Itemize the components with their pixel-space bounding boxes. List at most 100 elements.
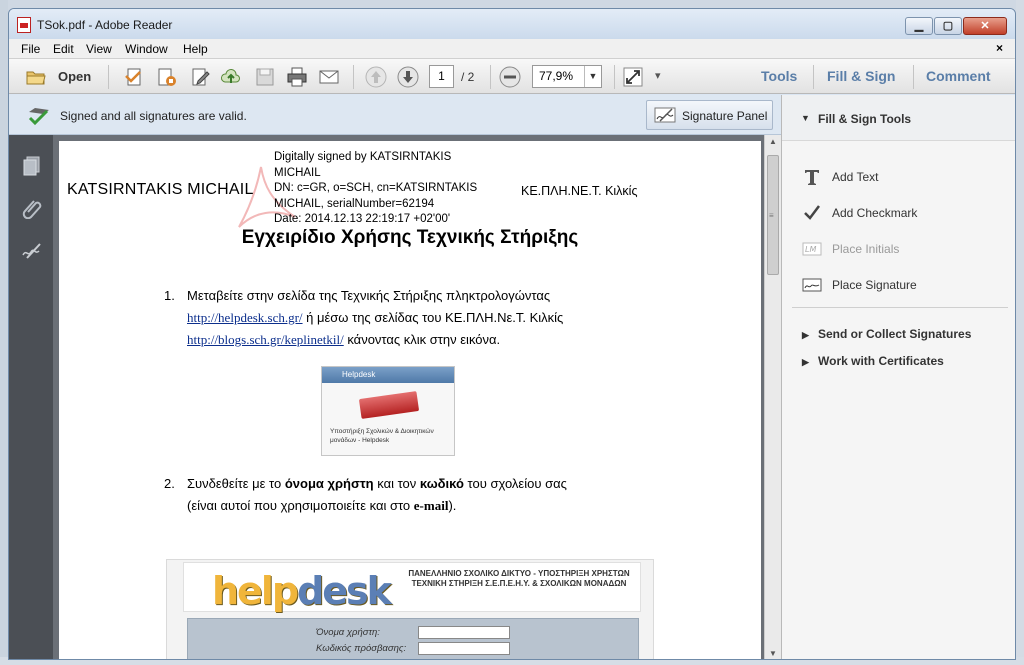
helpdesk-link[interactable]: http://helpdesk.sch.gr/: [187, 310, 303, 325]
signature-line: MICHAIL: [274, 166, 321, 179]
fill-sign-panel: ▼ Fill & Sign Tools Add Text Add Checkma…: [781, 95, 1015, 659]
signature-line: DN: c=GR, o=SCH, cn=KATSIRNTAKIS: [274, 182, 478, 194]
helpdesk-login-screenshot: helpdesk ΠΑΝΕΛΛΗΝΙΟ ΣΧΟΛΙΚΟ ΔΙΚΤΥΟ - ΥΠΟ…: [166, 559, 654, 659]
menu-window[interactable]: Window: [125, 42, 168, 56]
helpdesk-banner: helpdesk ΠΑΝΕΛΛΗΝΙΟ ΣΧΟΛΙΚΟ ΔΙΚΤΥΟ - ΥΠΟ…: [183, 562, 641, 613]
list-item-text: Συνδεθείτε με το όνομα χρήστη και τον κω…: [187, 476, 567, 513]
page-number-input[interactable]: 1: [429, 65, 454, 88]
print-icon[interactable]: [286, 66, 308, 88]
window-controls: ▁ ▢ ✕: [905, 17, 1007, 35]
blog-link[interactable]: http://blogs.sch.gr/keplinetkil/: [187, 332, 344, 347]
work-with-certificates-section[interactable]: ▶ Work with Certificates: [802, 354, 944, 368]
pdf-file-icon: [17, 17, 31, 33]
minimize-button[interactable]: ▁: [905, 17, 933, 35]
email-icon[interactable]: [318, 66, 340, 88]
tab-separator: [813, 65, 814, 89]
helpdesk-logo: helpdesk: [212, 569, 392, 613]
signature-pen-icon: [654, 105, 676, 125]
collapsed-arrow-icon: ▶: [802, 357, 809, 367]
title-bar[interactable]: TSok.pdf - Adobe Reader ▁ ▢ ✕: [9, 9, 1015, 39]
toolbar-separator: [108, 65, 109, 89]
vertical-scrollbar[interactable]: ▲ ≡ ▼: [764, 135, 781, 659]
panel-divider: [792, 307, 1008, 308]
digital-signature-block[interactable]: Digitally signed by KATSIRNTAKIS MICHAIL…: [274, 150, 484, 228]
password-field: [418, 642, 510, 655]
edit-document-icon[interactable]: [189, 66, 211, 88]
maximize-icon: ▢: [942, 20, 954, 32]
signature-line: MICHAIL, serialNumber=62194: [274, 197, 435, 210]
tool-label: Add Text: [832, 170, 879, 184]
cloud-upload-icon[interactable]: [220, 66, 242, 88]
signature-status-bar: Signed and all signatures are valid. Sig…: [9, 95, 781, 135]
signature-line: Digitally signed by KATSIRNTAKIS: [274, 151, 452, 163]
tool-label: Place Initials: [832, 242, 900, 256]
reader-window: TSok.pdf - Adobe Reader ▁ ▢ ✕ File Edit …: [8, 8, 1016, 660]
initials-icon: LM: [802, 239, 822, 259]
expanded-arrow-icon: ▼: [801, 113, 810, 123]
full-screen-icon[interactable]: [622, 66, 644, 88]
text-T-icon: [802, 167, 822, 187]
login-form: Όνομα χρήστη: Κωδικός πρόσβασης:: [187, 618, 639, 659]
list-number: 2.: [164, 476, 175, 491]
collapsed-arrow-icon: ▶: [802, 330, 809, 340]
menu-view[interactable]: View: [86, 42, 112, 56]
menu-help[interactable]: Help: [183, 42, 208, 56]
zoom-select[interactable]: 77,9% ▼: [532, 65, 602, 88]
document-viewport[interactable]: KATSIRNTAKIS MICHAIL Digitally signed by…: [53, 135, 781, 659]
send-collect-signatures-section[interactable]: ▶ Send or Collect Signatures: [802, 327, 971, 341]
helpdesk-thumbnail-image[interactable]: Helpdesk Υποστήριξη Σχολικών & Διοικητικ…: [321, 366, 455, 456]
create-pdf-icon[interactable]: [123, 66, 145, 88]
document-title: Εγχειρίδιο Χρήσης Τεχνικής Στήριξης: [241, 227, 579, 248]
open-button[interactable]: Open: [58, 69, 91, 84]
attachment-paperclip-icon[interactable]: [21, 197, 43, 220]
place-signature-tool[interactable]: Place Signature: [802, 275, 1002, 297]
close-document-button[interactable]: ×: [996, 41, 1003, 55]
window-title: TSok.pdf - Adobe Reader: [37, 18, 173, 32]
list-number: 1.: [164, 288, 175, 303]
scroll-down-arrow-icon[interactable]: ▼: [765, 647, 781, 659]
desktop-edge-right: [1016, 0, 1024, 665]
previous-page-icon[interactable]: [365, 66, 387, 88]
zoom-out-icon[interactable]: [499, 66, 521, 88]
toolbar-separator: [353, 65, 354, 89]
signature-status-text: Signed and all signatures are valid.: [60, 109, 247, 123]
place-initials-tool[interactable]: LM Place Initials: [802, 239, 1002, 261]
menu-edit[interactable]: Edit: [53, 42, 74, 56]
pdf-page: KATSIRNTAKIS MICHAIL Digitally signed by…: [59, 141, 761, 659]
toolbar-separator: [490, 65, 491, 89]
customize-toolbar-icon[interactable]: ▾: [655, 69, 677, 91]
save-icon[interactable]: [254, 66, 276, 88]
add-checkmark-tool[interactable]: Add Checkmark: [802, 203, 1002, 225]
tool-label: Place Signature: [832, 278, 917, 292]
tab-tools[interactable]: Tools: [761, 68, 797, 84]
signature-icon: [802, 275, 822, 295]
navigation-rail: [9, 135, 53, 659]
organization-name: ΚΕ.ΠΛΗ.ΝΕ.Τ. Κιλκίς: [521, 184, 638, 198]
toolbar-separator: [614, 65, 615, 89]
zoom-value: 77,9%: [539, 69, 574, 83]
signature-panel-button[interactable]: Signature Panel: [646, 100, 773, 130]
page-total: / 2: [461, 70, 475, 84]
chevron-down-icon[interactable]: ▼: [584, 66, 601, 87]
signature-panel-label: Signature Panel: [682, 109, 768, 123]
tab-separator: [913, 65, 914, 89]
export-pdf-icon[interactable]: [155, 66, 177, 88]
username-field: [418, 626, 510, 639]
signer-name: KATSIRNTAKIS MICHAIL: [67, 181, 254, 198]
tab-fill-sign[interactable]: Fill & Sign: [827, 68, 895, 84]
next-page-icon[interactable]: [397, 66, 419, 88]
close-icon: ✕: [980, 20, 990, 32]
page-thumbnails-icon[interactable]: [21, 155, 43, 177]
signatures-nav-icon[interactable]: [21, 239, 43, 261]
main-toolbar: Open 1 / 2 77,9% ▼ ▾ Tools Fill & Sign C…: [9, 59, 1015, 94]
scroll-up-arrow-icon[interactable]: ▲: [765, 135, 781, 149]
fill-sign-tools-header[interactable]: ▼ Fill & Sign Tools: [782, 95, 1015, 141]
add-text-tool[interactable]: Add Text: [802, 167, 1002, 189]
menu-file[interactable]: File: [21, 42, 40, 56]
thumbnail-header: Helpdesk: [322, 367, 454, 383]
maximize-button[interactable]: ▢: [934, 17, 962, 35]
close-button[interactable]: ✕: [963, 17, 1007, 35]
tab-comment[interactable]: Comment: [926, 68, 991, 84]
menu-bar: File Edit View Window Help ×: [9, 39, 1015, 59]
open-folder-icon[interactable]: [25, 66, 47, 88]
